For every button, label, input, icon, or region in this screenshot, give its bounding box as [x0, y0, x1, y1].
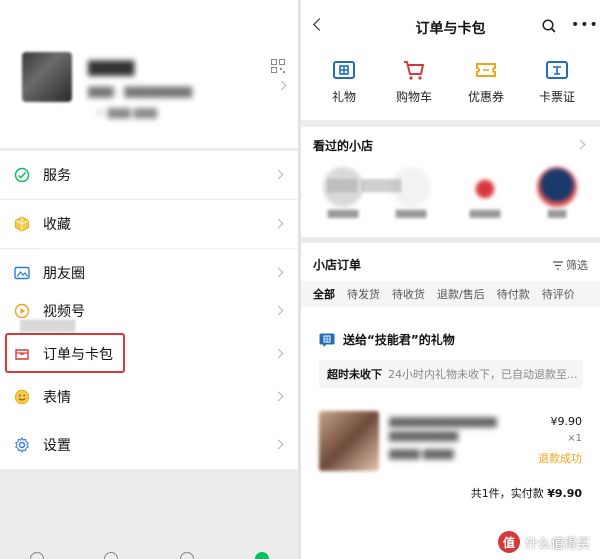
- orders-and-cards-page: 订单与卡包 ••• 礼物 购物车 优惠券 卡票证 看过的小店 ▇▇▇▇▇ ▇▇▇…: [301, 0, 600, 559]
- discover-tab-icon[interactable]: [180, 552, 194, 559]
- chevron-right-icon: [273, 348, 284, 359]
- menu-item-favorites[interactable]: 收藏: [0, 200, 298, 248]
- settings-icon: [13, 437, 30, 454]
- smzdm-watermark: 值 什么值得买: [497, 531, 590, 553]
- coupon-icon: [476, 63, 496, 77]
- shop-name-blurred: ▇▇▇▇▇: [469, 209, 501, 218]
- quick-action-label: 礼物: [331, 90, 356, 104]
- shop-orders-section: 小店订单 筛选 全部 待发货 待收货 退款/售后 待付款 待评价 送给“技能君”…: [301, 243, 600, 559]
- profile-name-blurred: ▇▇▇▇: [88, 58, 135, 76]
- shop-avatar[interactable]: [465, 167, 505, 207]
- tab-refund[interactable]: 退款/售后: [437, 286, 485, 302]
- filter-button[interactable]: 筛选: [553, 257, 588, 273]
- profile-status-blurred: + ▇▇▇ ▇▇▇: [96, 108, 157, 119]
- product-title-blurred: ▇▇▇▇▇▇▇▇▇▇▇▇▇▇: [389, 417, 497, 428]
- tab-all[interactable]: 全部: [313, 286, 335, 302]
- chevron-right-icon: [273, 391, 284, 402]
- product-quantity: ×1: [567, 433, 582, 444]
- blurred-watermark: ▇▇▇▇▇▇: [20, 318, 76, 332]
- filter-icon: [553, 260, 563, 270]
- tab-to-pay[interactable]: 待付款: [497, 286, 530, 302]
- quick-action-cart[interactable]: 购物车: [382, 58, 446, 105]
- watermark-badge: 值: [497, 531, 520, 553]
- gift-order-header[interactable]: 送给“技能君”的礼物: [319, 331, 455, 348]
- menu-item-label: 收藏: [43, 217, 71, 233]
- section-title: 小店订单: [313, 258, 362, 272]
- chevron-right-icon: [276, 80, 287, 91]
- order-total-prefix: 共1件，实付款: [470, 487, 544, 500]
- highlight-box: [5, 333, 125, 373]
- shop-name-blurred: ▇▇▇: [547, 209, 567, 218]
- qr-code-icon[interactable]: [271, 59, 285, 73]
- quick-action-cards[interactable]: 卡票证: [525, 58, 589, 105]
- product-image[interactable]: [319, 411, 379, 471]
- gift-label: 送给“技能君”的礼物: [343, 333, 455, 347]
- bottom-tab-bar: [0, 548, 298, 559]
- emoji-icon: [13, 389, 30, 406]
- menu-item-label: 朋友圈: [43, 266, 85, 282]
- chevron-right-icon: [273, 439, 284, 450]
- quick-action-label: 优惠券: [467, 90, 504, 104]
- card-icon: [546, 61, 568, 79]
- chevron-right-icon: [273, 305, 284, 316]
- menu-item-label: 服务: [43, 168, 71, 184]
- chevron-right-icon: [273, 267, 284, 278]
- menu-item-service[interactable]: 服务: [0, 151, 298, 199]
- menu-item-label: 设置: [43, 438, 71, 454]
- watermark-text: 什么值得买: [524, 536, 590, 552]
- channels-icon: [13, 303, 30, 320]
- search-icon[interactable]: [542, 19, 556, 33]
- header-and-quick-actions: 订单与卡包 ••• 礼物 购物车 优惠券 卡票证: [301, 0, 600, 120]
- me-tab-icon[interactable]: [255, 552, 269, 559]
- order-total: 共1件，实付款 ¥9.90: [471, 485, 582, 501]
- contacts-tab-icon[interactable]: [104, 552, 118, 559]
- quick-action-label: 卡票证: [538, 90, 575, 104]
- tab-to-review[interactable]: 待评价: [542, 286, 575, 302]
- product-title-blurred: ▇▇▇▇▇▇▇▇▇: [389, 431, 459, 442]
- blurred-watermark: ▇▇▇ ▇▇▇▇: [327, 178, 402, 193]
- tab-to-ship[interactable]: 待发货: [347, 286, 380, 302]
- shop-name-blurred: ▇▇▇▇▇: [395, 209, 427, 218]
- chats-tab-icon[interactable]: [30, 552, 44, 559]
- chevron-right-icon: [273, 169, 284, 180]
- timeout-notice: 超时未收下 24小时内礼物未收下，已自动退款至...: [319, 360, 583, 388]
- quick-action-gift[interactable]: 礼物: [312, 58, 376, 105]
- service-icon: [13, 167, 30, 184]
- order-tabs: 全部 待发货 待收货 退款/售后 待付款 待评价: [301, 281, 600, 307]
- chevron-right-icon: [273, 218, 284, 229]
- filter-label: 筛选: [566, 259, 588, 272]
- section-title: 看过的小店: [313, 139, 374, 153]
- menu-item-label: 表情: [43, 390, 71, 406]
- shop-name-blurred: ▇▇▇▇▇: [327, 209, 359, 218]
- favorites-icon: [13, 216, 30, 233]
- profile-id-blurred: ▇▇▇：▇▇▇▇▇▇▇▇: [88, 85, 193, 98]
- chevron-right-icon[interactable]: [575, 139, 586, 150]
- tab-to-receive[interactable]: 待收货: [392, 286, 425, 302]
- profile-card[interactable]: ▇▇▇▇ ▇▇▇：▇▇▇▇▇▇▇▇ + ▇▇▇ ▇▇▇: [0, 0, 298, 148]
- cart-icon: [404, 61, 424, 80]
- more-icon[interactable]: •••: [571, 17, 599, 33]
- shop-avatar[interactable]: [537, 167, 577, 207]
- gift-icon: [319, 333, 335, 347]
- product-price: ¥9.90: [550, 415, 583, 428]
- menu-item-settings[interactable]: 设置: [0, 421, 298, 469]
- quick-action-label: 购物车: [395, 90, 432, 104]
- menu-item-emoji[interactable]: 表情: [0, 373, 298, 421]
- product-spec-blurred: ▇▇▇▇ ▇▇▇▇: [389, 449, 454, 460]
- timeout-title: 超时未收下: [327, 368, 382, 381]
- wechat-me-panel: ▇▇▇▇ ▇▇▇：▇▇▇▇▇▇▇▇ + ▇▇▇ ▇▇▇ 服务 收藏 朋友圈 视频…: [0, 0, 298, 559]
- order-status: 退款成功: [538, 452, 582, 465]
- quick-action-coupon[interactable]: 优惠券: [454, 58, 518, 105]
- gift-icon: [333, 61, 355, 79]
- moments-icon: [13, 265, 30, 282]
- order-total-amount: ¥9.90: [547, 487, 582, 500]
- avatar[interactable]: [22, 52, 72, 102]
- timeout-note: 24小时内礼物未收下，已自动退款至...: [388, 368, 578, 381]
